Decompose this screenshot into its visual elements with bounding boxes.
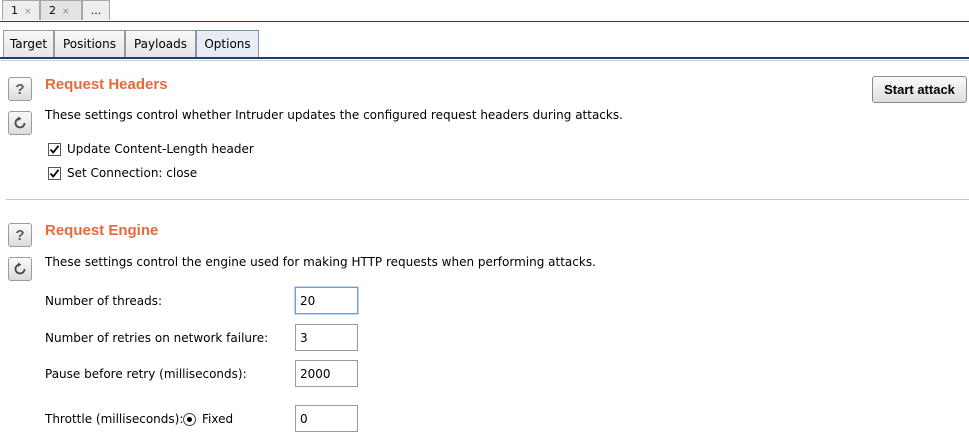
retries-input[interactable]	[295, 324, 358, 351]
tab-underline	[0, 21, 969, 22]
check-icon	[49, 144, 60, 154]
tab-options[interactable]: Options	[196, 30, 259, 57]
tab-payloads[interactable]: Payloads	[125, 30, 196, 57]
throttle-label: Throttle (milliseconds):	[45, 412, 184, 426]
sub-tab-shadow	[0, 60, 969, 61]
sub-tab-underline	[0, 57, 969, 59]
close-icon[interactable]: ×	[24, 7, 32, 17]
update-content-length-checkbox[interactable]	[48, 142, 61, 156]
threads-label: Number of threads:	[45, 294, 163, 308]
checkbox-label: Update Content-Length header	[67, 142, 254, 156]
new-tab-button[interactable]: ...	[82, 0, 110, 20]
request-engine-description: These settings control the engine used f…	[45, 255, 596, 269]
throttle-input[interactable]	[295, 405, 358, 432]
request-headers-title: Request Headers	[45, 76, 168, 93]
reset-icon	[13, 116, 27, 130]
help-button-engine[interactable]: ?	[8, 223, 32, 247]
help-button-headers[interactable]: ?	[8, 77, 32, 101]
section-divider	[6, 199, 969, 200]
check-icon	[49, 168, 60, 178]
tab-label: Options	[204, 37, 251, 51]
reset-button-headers[interactable]	[8, 111, 32, 135]
update-content-length-option[interactable]: Update Content-Length header	[48, 141, 254, 157]
instance-tab-1[interactable]: 1 ×	[2, 0, 40, 20]
request-engine-title: Request Engine	[45, 222, 159, 239]
threads-input[interactable]	[295, 287, 358, 314]
pause-label: Pause before retry (milliseconds):	[45, 367, 247, 381]
close-icon[interactable]: ×	[62, 7, 70, 17]
svg-text:?: ?	[15, 227, 24, 243]
retries-label: Number of retries on network failure:	[45, 331, 269, 345]
checkbox-label: Set Connection: close	[67, 166, 198, 180]
help-icon: ?	[13, 81, 27, 97]
instance-tab-label: 2	[49, 4, 56, 17]
radio-selected-dot	[187, 416, 192, 422]
tab-positions[interactable]: Positions	[54, 30, 125, 57]
pause-input[interactable]	[295, 360, 358, 387]
start-attack-button[interactable]: Start attack	[872, 76, 967, 103]
tab-target[interactable]: Target	[3, 30, 54, 57]
tab-label: Payloads	[133, 37, 188, 51]
instance-tab-label: 1	[11, 4, 18, 17]
radio-label: Fixed	[202, 412, 234, 426]
tab-label: Target	[9, 37, 48, 51]
throttle-fixed-radio[interactable]	[183, 412, 196, 426]
throttle-fixed-option[interactable]: Fixed	[183, 411, 233, 427]
reset-button-engine[interactable]	[8, 257, 32, 281]
sub-tab-bar: Target Positions Payloads Options	[0, 30, 969, 58]
help-icon: ?	[13, 227, 27, 243]
instance-tab-2[interactable]: 2 ×	[40, 0, 82, 20]
instance-tab-bar: 1 × 2 × ...	[0, 0, 969, 22]
set-connection-close-option[interactable]: Set Connection: close	[48, 165, 197, 181]
request-headers-description: These settings control whether Intruder …	[45, 108, 623, 122]
svg-text:?: ?	[15, 81, 24, 97]
new-tab-label: ...	[90, 4, 102, 17]
reset-icon	[13, 262, 27, 276]
set-connection-close-checkbox[interactable]	[48, 166, 61, 180]
tab-label: Positions	[63, 37, 116, 51]
